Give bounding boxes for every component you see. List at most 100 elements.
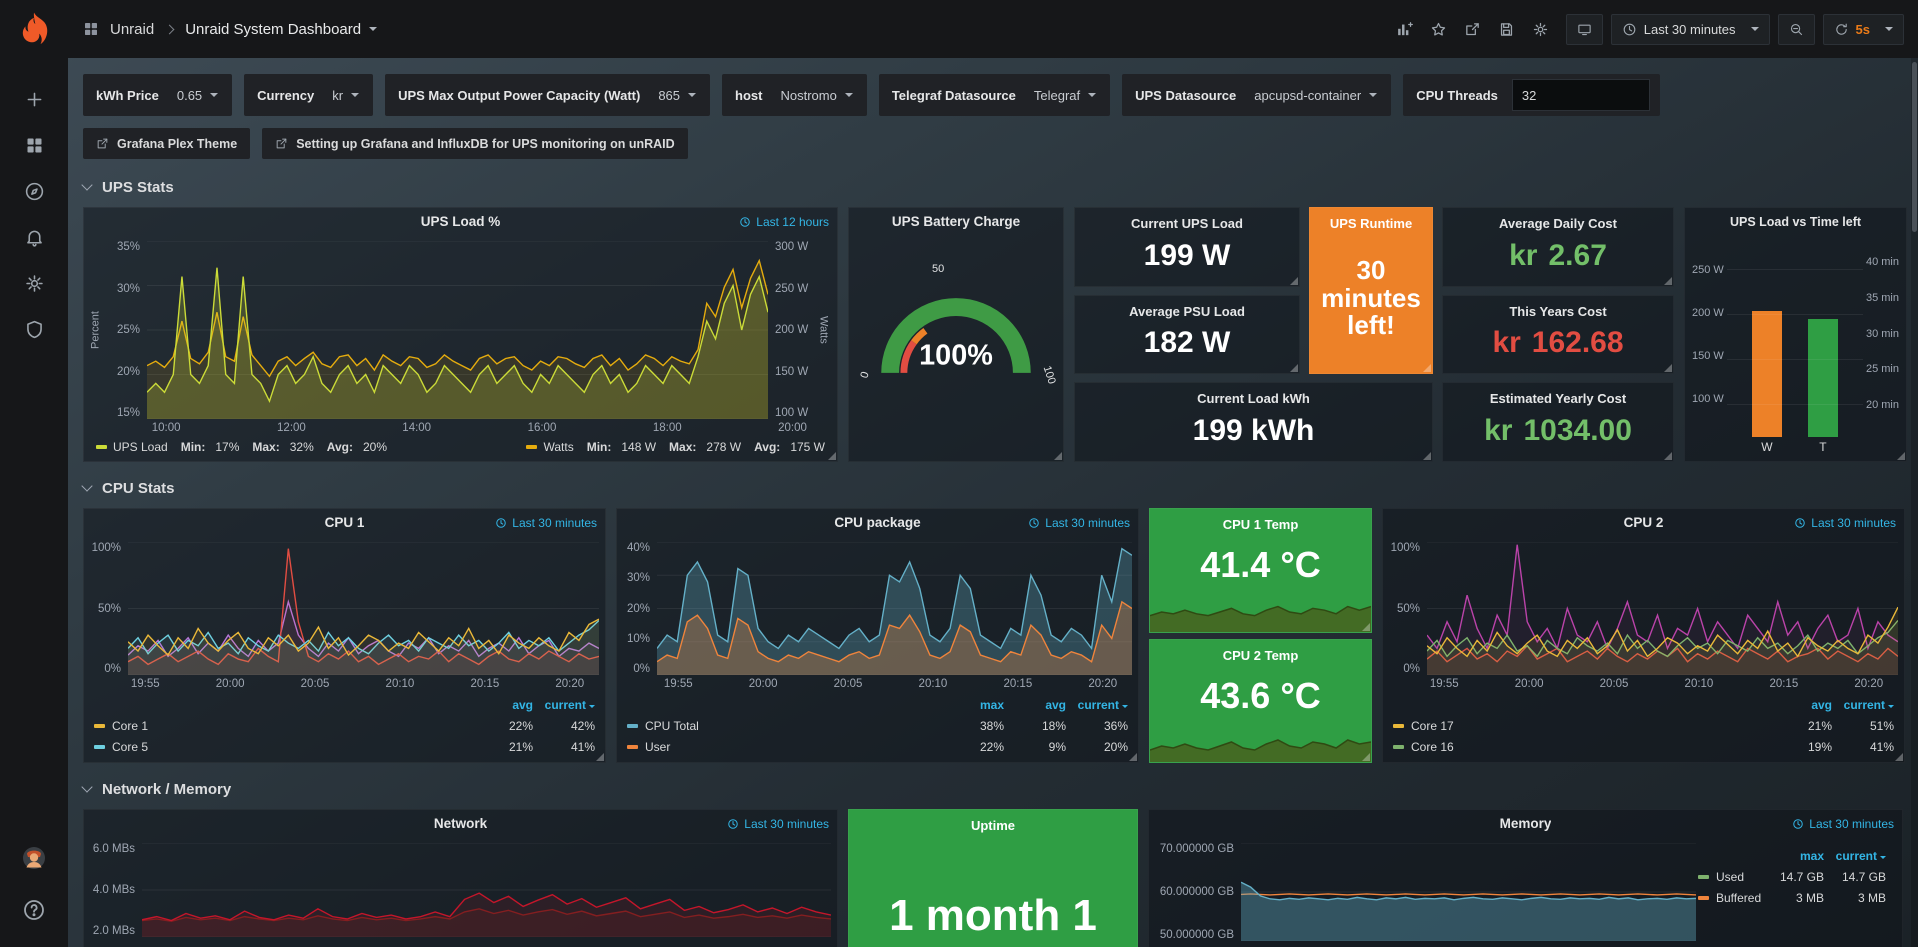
user-avatar[interactable] xyxy=(0,835,68,881)
panel-title[interactable]: CPU package xyxy=(834,515,920,530)
chart-plot[interactable] xyxy=(657,542,1132,675)
panel-header[interactable]: UPS Battery Charge xyxy=(849,208,1063,235)
panel-title[interactable]: Average Daily Cost xyxy=(1443,208,1673,231)
panel-time-range[interactable]: Last 30 minutes xyxy=(495,516,597,530)
legend-sort-max[interactable]: max xyxy=(942,698,1004,712)
panel-header[interactable]: Network Last 30 minutes xyxy=(84,810,837,837)
share-button[interactable] xyxy=(1456,14,1490,44)
save-button[interactable] xyxy=(1490,14,1524,44)
legend-series[interactable]: CPU Total xyxy=(627,719,942,733)
legend-series[interactable]: Buffered xyxy=(1698,891,1762,905)
variable-host[interactable]: hostNostromo xyxy=(722,74,867,116)
variable-value[interactable]: apcupsd-container xyxy=(1246,88,1385,103)
panel-title[interactable]: CPU 2 Temp xyxy=(1150,640,1371,663)
panel-title[interactable]: CPU 1 xyxy=(325,515,365,530)
panel-time-range[interactable]: Last 12 hours xyxy=(739,215,829,229)
chart-plot[interactable] xyxy=(128,542,599,675)
legend-series[interactable]: Core 1 xyxy=(94,719,471,733)
panel-header[interactable]: Memory Last 30 minutes xyxy=(1149,810,1902,837)
page-scrollbar[interactable] xyxy=(1911,58,1918,947)
variable-kwh-price[interactable]: kWh Price0.65 xyxy=(83,74,232,116)
variable-currency[interactable]: Currencykr xyxy=(244,74,373,116)
variable-input[interactable] xyxy=(1512,79,1650,111)
panel-title[interactable]: Current UPS Load xyxy=(1075,208,1299,231)
panel-header[interactable]: CPU package Last 30 minutes xyxy=(617,509,1138,536)
bar-rect[interactable] xyxy=(1808,319,1838,437)
sidebar-item-create[interactable] xyxy=(0,76,68,122)
variable-telegraf-datasource[interactable]: Telegraf DatasourceTelegraf xyxy=(879,74,1110,116)
legend-sort-max[interactable]: max xyxy=(1762,849,1824,863)
add-panel-button[interactable] xyxy=(1388,14,1422,44)
panel-header[interactable]: UPS Load vs Time left xyxy=(1685,208,1906,235)
legend-sort-current[interactable]: current xyxy=(1066,698,1128,712)
dashboard-link-plex-theme[interactable]: Grafana Plex Theme xyxy=(83,128,250,159)
chart-plot[interactable] xyxy=(142,843,831,937)
panel-header[interactable]: UPS Load % Last 12 hours xyxy=(84,208,837,235)
chart-plot[interactable] xyxy=(1427,542,1898,675)
sidebar-item-alerting[interactable] xyxy=(0,214,68,260)
panel-title[interactable]: Average PSU Load xyxy=(1075,296,1299,319)
legend-series[interactable]: Core 5 xyxy=(94,740,471,754)
legend-series[interactable]: User xyxy=(627,740,942,754)
sidebar-item-server-admin[interactable] xyxy=(0,306,68,352)
panel-time-range[interactable]: Last 30 minutes xyxy=(1028,516,1130,530)
variable-ups-max-output-power[interactable]: UPS Max Output Power Capacity (Watt)865 xyxy=(385,74,710,116)
legend-series[interactable]: Core 16 xyxy=(1393,740,1770,754)
dashboard-settings-button[interactable] xyxy=(1524,14,1558,44)
panel-title[interactable]: This Years Cost xyxy=(1443,296,1673,319)
panel-title[interactable]: Network xyxy=(434,816,487,831)
variable-value[interactable]: Telegraf xyxy=(1026,88,1104,103)
row-header-ups-stats[interactable]: UPS Stats xyxy=(68,165,1918,207)
dashboard-link-ups-guide[interactable]: Setting up Grafana and InfluxDB for UPS … xyxy=(262,128,687,159)
breadcrumb-dashboard-title[interactable]: Unraid System Dashboard xyxy=(185,21,361,38)
panel-time-range[interactable]: Last 30 minutes xyxy=(727,817,829,831)
panel-header[interactable]: CPU 2 Last 30 minutes xyxy=(1383,509,1904,536)
sidebar-item-dashboards[interactable] xyxy=(0,122,68,168)
variable-cpu-threads[interactable]: CPU Threads xyxy=(1403,74,1660,116)
legend-sort-current[interactable]: current xyxy=(1832,698,1894,712)
legend-sort-avg[interactable]: avg xyxy=(471,698,533,712)
variable-ups-datasource[interactable]: UPS Datasourceapcupsd-container xyxy=(1122,74,1391,116)
panel-time-range[interactable]: Last 30 minutes xyxy=(1794,516,1896,530)
legend-sort-avg[interactable]: avg xyxy=(1770,698,1832,712)
legend-series[interactable]: WattsMin:148 WMax:278 WAvg:175 W xyxy=(526,440,825,454)
bar-rect[interactable] xyxy=(1752,311,1782,437)
variable-value[interactable]: kr xyxy=(324,88,367,103)
legend-series[interactable]: UPS LoadMin:17%Max:32%Avg:20% xyxy=(96,440,387,454)
star-button[interactable] xyxy=(1422,14,1456,44)
sidebar-item-help[interactable] xyxy=(0,887,68,933)
panel-title[interactable]: CPU 2 xyxy=(1624,515,1664,530)
panel-header[interactable]: CPU 1 Last 30 minutes xyxy=(84,509,605,536)
panel-title[interactable]: Uptime xyxy=(849,810,1137,833)
legend-series[interactable]: Used xyxy=(1698,870,1762,884)
breadcrumb-folder[interactable]: Unraid xyxy=(110,21,154,38)
panel-title[interactable]: CPU 1 Temp xyxy=(1150,509,1371,532)
panel-title[interactable]: Estimated Yearly Cost xyxy=(1443,383,1673,406)
chart-plot[interactable] xyxy=(147,241,768,419)
sidebar-item-explore[interactable] xyxy=(0,168,68,214)
panel-title[interactable]: UPS Load % xyxy=(421,214,501,229)
legend-sort-avg[interactable]: avg xyxy=(1004,698,1066,712)
scrollbar-thumb[interactable] xyxy=(1912,62,1917,232)
legend-sort-current[interactable]: current xyxy=(533,698,595,712)
panel-title[interactable]: Current Load kWh xyxy=(1075,383,1432,406)
time-range-picker[interactable]: Last 30 minutes xyxy=(1611,14,1770,45)
variable-value[interactable]: 865 xyxy=(650,88,704,103)
legend-sort-current[interactable]: current xyxy=(1824,849,1886,863)
row-header-cpu-stats[interactable]: CPU Stats xyxy=(68,466,1918,508)
bar-chart-plot[interactable]: WT xyxy=(1727,243,1863,457)
sidebar-item-configuration[interactable] xyxy=(0,260,68,306)
variable-value[interactable]: Nostromo xyxy=(772,88,860,103)
grafana-logo[interactable] xyxy=(13,10,55,52)
panel-title[interactable]: UPS Runtime xyxy=(1310,208,1432,231)
zoom-out-button[interactable] xyxy=(1778,14,1815,45)
refresh-button[interactable]: 5s xyxy=(1823,14,1904,45)
tv-mode-button[interactable] xyxy=(1566,14,1603,45)
panel-title[interactable]: Memory xyxy=(1500,816,1552,831)
legend-series[interactable]: Core 17 xyxy=(1393,719,1770,733)
variable-value[interactable]: 0.65 xyxy=(169,88,226,103)
panel-title[interactable]: UPS Battery Charge xyxy=(892,214,1020,229)
panel-time-range[interactable]: Last 30 minutes xyxy=(1792,817,1894,831)
panel-title[interactable]: UPS Load vs Time left xyxy=(1730,215,1861,229)
row-header-network-memory[interactable]: Network / Memory xyxy=(68,767,1918,809)
